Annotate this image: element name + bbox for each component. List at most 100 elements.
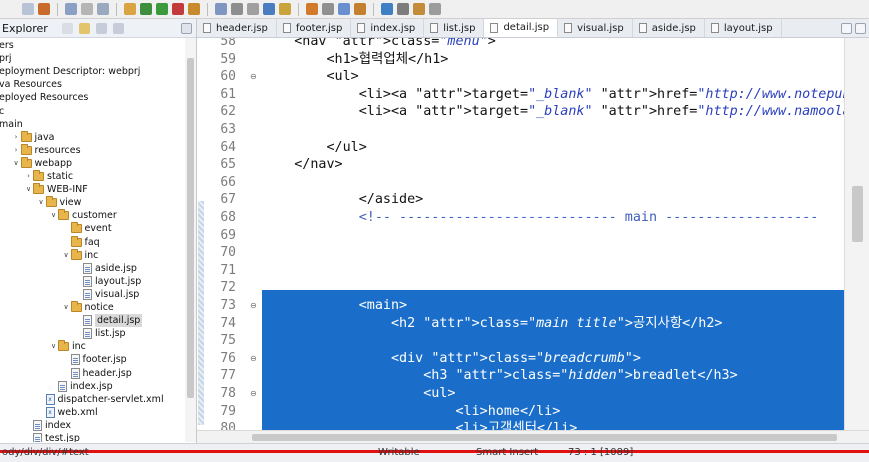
explorer-scrollbar-thumb[interactable] (187, 58, 194, 398)
editor-horizontal-scrollbar[interactable] (197, 430, 869, 443)
tree-item[interactable]: prj (0, 52, 12, 65)
line-number: 67 (220, 192, 236, 208)
maximize-icon[interactable] (855, 22, 866, 34)
tree-item[interactable]: ∨ webapp (12, 156, 72, 170)
tree-item[interactable]: faq (62, 235, 100, 249)
fold-toggle-icon[interactable]: ⊖ (250, 68, 259, 86)
tree-item[interactable]: x web.xml (37, 406, 98, 419)
toolbar-button-icon[interactable] (140, 3, 152, 15)
editor-vertical-scrollbar[interactable] (844, 38, 869, 430)
toolbar-button-icon[interactable] (306, 3, 318, 15)
tree-item[interactable]: › static (24, 170, 73, 183)
jsp-file-icon (357, 23, 366, 33)
tree-item-label: customer (72, 210, 117, 222)
toolbar-button-icon[interactable] (156, 3, 168, 15)
toolbar-button-icon[interactable] (397, 3, 409, 15)
toolbar-button-icon[interactable] (231, 3, 243, 15)
tree-item[interactable]: eployment Descriptor: webprj (0, 65, 140, 78)
editor-tab[interactable]: footer.jsp (277, 19, 352, 37)
tree-item[interactable]: › java (12, 130, 54, 144)
fold-toggle-icon[interactable]: ⊖ (250, 350, 259, 368)
minimize-icon[interactable] (181, 22, 192, 34)
status-writable: Writable (378, 447, 420, 458)
editor-tab[interactable]: layout.jsp (705, 19, 782, 37)
chevron-down-icon[interactable]: ∨ (62, 249, 71, 262)
editor-tab[interactable]: visual.jsp (558, 19, 633, 37)
editor-tab[interactable]: aside.jsp (633, 19, 705, 37)
tree-item[interactable]: ∨ WEB-INF (24, 183, 88, 196)
editor-tab[interactable]: index.jsp (351, 19, 425, 37)
toolbar-button-icon[interactable] (22, 3, 34, 15)
toolbar-button-icon[interactable] (188, 3, 200, 15)
tree-item[interactable]: footer.jsp (62, 353, 127, 366)
chevron-down-icon[interactable]: ∨ (24, 183, 33, 196)
toolbar-button-icon[interactable] (429, 3, 441, 15)
toolbar-button-icon[interactable] (65, 3, 77, 15)
filter-icon[interactable] (95, 22, 107, 34)
tree-item[interactable]: ∨ inc (62, 248, 98, 262)
code-text-area[interactable]: <nav "attr">class="menu"> <h1>협력업체</h1> … (262, 38, 844, 430)
chevron-down-icon[interactable]: ∨ (12, 157, 21, 170)
toolbar-button-icon[interactable] (97, 3, 109, 15)
minimize-icon[interactable] (841, 22, 852, 34)
chevron-right-icon[interactable]: › (12, 144, 21, 157)
toolbar-button-icon[interactable] (81, 3, 93, 15)
tree-item[interactable]: list.jsp (74, 327, 126, 340)
folder-icon (58, 340, 69, 352)
tree-item[interactable]: c (0, 105, 4, 118)
toolbar-button-icon[interactable] (413, 3, 425, 15)
fold-toggle-icon[interactable]: ⊖ (250, 385, 259, 403)
tree-item[interactable]: visual.jsp (74, 288, 139, 301)
tree-item[interactable]: ∨ view (37, 196, 81, 209)
editor-tab[interactable]: header.jsp (197, 19, 277, 37)
code-editor[interactable]: 58 59 60 ⊖ 61 62 63 64 65 66 67 68 69 70 71 72 73 ⊖ 74 75 76… (197, 38, 869, 430)
tree-item[interactable]: main (0, 118, 23, 131)
tree-item[interactable]: ers (0, 39, 14, 52)
fold-toggle-icon[interactable]: ⊖ (250, 297, 259, 315)
tree-item[interactable]: aside.jsp (74, 262, 137, 275)
link-editor-icon[interactable] (78, 22, 90, 34)
tree-item[interactable]: va Resources (0, 78, 62, 91)
editor-tab[interactable]: detail.jsp (484, 19, 559, 37)
toolbar-button-icon[interactable] (38, 3, 50, 15)
tree-item[interactable]: header.jsp (62, 367, 132, 380)
toolbar-button-icon[interactable] (172, 3, 184, 15)
chevron-down-icon[interactable]: ∨ (62, 301, 71, 314)
tree-item[interactable]: eployed Resources (0, 91, 88, 104)
toolbar-button-icon[interactable] (247, 3, 259, 15)
tree-item[interactable]: x dispatcher-servlet.xml (37, 393, 164, 406)
toolbar-button-icon[interactable] (124, 3, 136, 15)
tree-item-label: WEB-INF (47, 184, 88, 196)
view-menu-icon[interactable] (112, 22, 124, 34)
editor-tab[interactable]: list.jsp (424, 19, 485, 37)
tree-item[interactable]: ∨ inc (49, 340, 86, 353)
chevron-right-icon[interactable]: › (24, 170, 33, 183)
toolbar-button-icon[interactable] (215, 3, 227, 15)
toolbar-button-icon[interactable] (279, 3, 291, 15)
editor-vscroll-thumb[interactable] (852, 186, 863, 242)
tree-item[interactable]: layout.jsp (74, 275, 141, 288)
toolbar-button-icon[interactable] (322, 3, 334, 15)
tree-item[interactable]: index (24, 419, 71, 432)
chevron-down-icon[interactable]: ∨ (49, 340, 58, 353)
code-line: </aside> (262, 192, 424, 208)
tree-item[interactable]: index.jsp (49, 380, 113, 393)
chevron-right-icon[interactable]: › (12, 131, 21, 144)
explorer-scrollbar[interactable] (185, 38, 196, 442)
collapse-all-icon[interactable] (61, 22, 73, 34)
tree-item[interactable]: detail.jsp (74, 314, 143, 328)
code-line: <ul> (262, 69, 359, 85)
tree-item[interactable]: ∨ customer (49, 209, 117, 222)
tree-item[interactable]: event (62, 222, 112, 235)
jsp-file-icon (430, 23, 439, 33)
toolbar-button-icon[interactable] (263, 3, 275, 15)
toolbar-button-icon[interactable] (354, 3, 366, 15)
toolbar-button-icon[interactable] (338, 3, 350, 15)
toolbar-button-icon[interactable] (381, 3, 393, 15)
tree-item[interactable]: › resources (12, 143, 81, 157)
chevron-down-icon[interactable]: ∨ (37, 196, 46, 209)
chevron-down-icon[interactable]: ∨ (49, 209, 58, 222)
tree-item[interactable]: ∨ notice (62, 301, 114, 314)
tree-item[interactable]: test.jsp (24, 432, 80, 442)
editor-hscroll-thumb[interactable] (252, 434, 837, 441)
